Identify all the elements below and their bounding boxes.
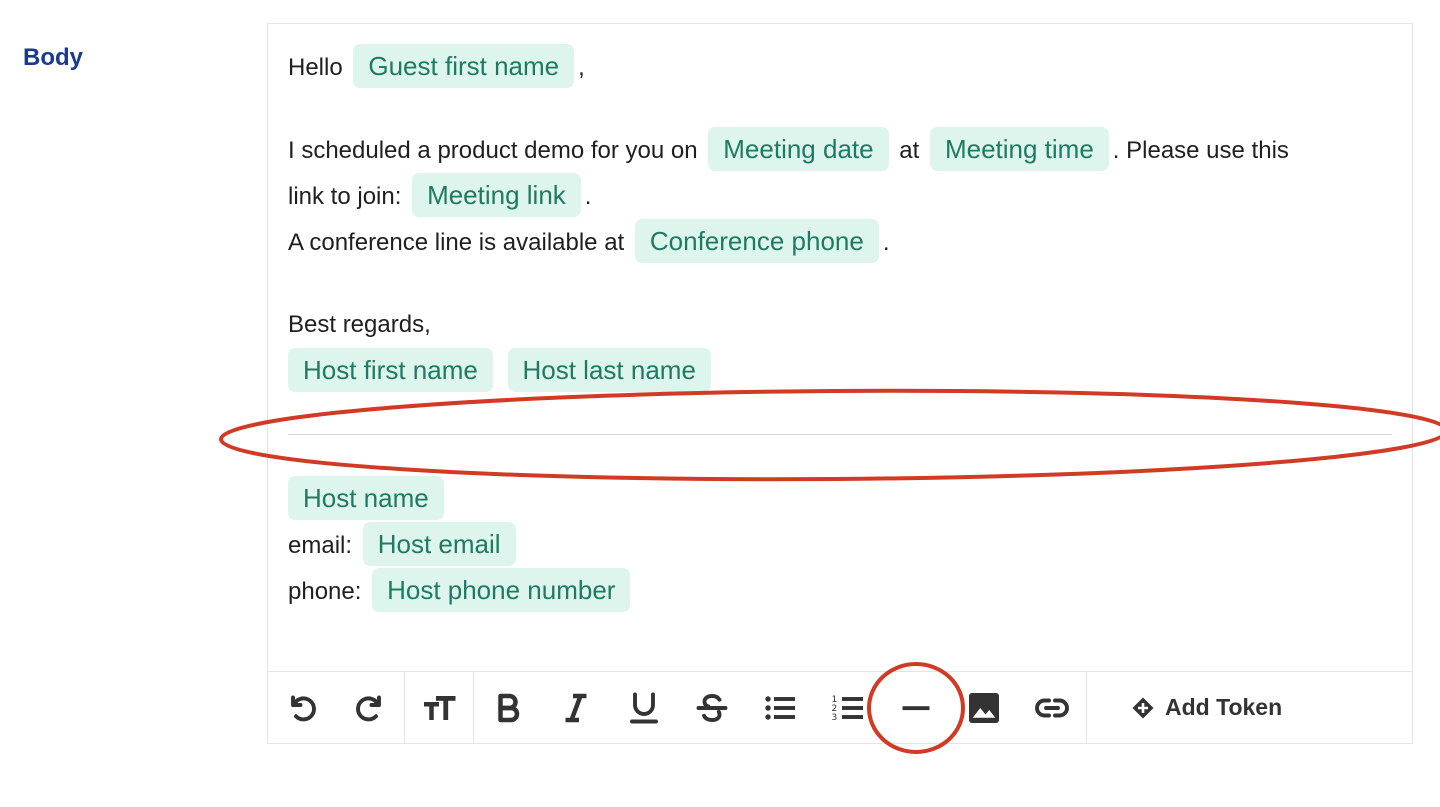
body-field-label: Body xyxy=(23,44,83,71)
editor-line: A conference line is available at Confer… xyxy=(288,219,1392,265)
image-button[interactable] xyxy=(950,672,1018,743)
editor-line: Host name xyxy=(288,476,1392,522)
rich-text-editor[interactable]: Hello Guest first name, I scheduled a pr… xyxy=(267,23,1413,744)
editor-line: email: Host email xyxy=(288,522,1392,568)
text-size-group xyxy=(405,672,474,743)
redo-icon xyxy=(356,695,381,721)
editor-content[interactable]: Hello Guest first name, I scheduled a pr… xyxy=(288,44,1392,614)
numbered-list-icon: 1 2 3 xyxy=(832,695,863,723)
token-meeting-link[interactable]: Meeting link xyxy=(412,173,581,217)
token-host-name[interactable]: Host name xyxy=(288,476,444,520)
editor-toolbar: 1 2 3 Add Token xyxy=(268,671,1412,743)
token-host-email[interactable]: Host email xyxy=(362,522,516,566)
text-span: Hello xyxy=(288,54,343,81)
underline-icon xyxy=(630,692,658,723)
horizontal-rule-icon xyxy=(902,705,930,710)
editor-line: Host first name Host last name xyxy=(288,348,1392,394)
bold-button[interactable] xyxy=(474,672,542,743)
text-span: . Please use this xyxy=(1112,137,1289,164)
undo-icon xyxy=(291,695,316,721)
link-icon xyxy=(1035,698,1069,717)
format-group: 1 2 3 xyxy=(474,672,1087,743)
image-icon xyxy=(969,692,999,723)
strikethrough-button[interactable] xyxy=(678,672,746,743)
token-guest-first-name[interactable]: Guest first name xyxy=(353,44,575,88)
italic-icon xyxy=(565,693,587,722)
token-meeting-date[interactable]: Meeting date xyxy=(708,127,889,171)
text-span: link to join: xyxy=(288,183,402,210)
text-size-icon xyxy=(424,695,456,720)
editor-line: I scheduled a product demo for you on Me… xyxy=(288,127,1392,173)
editor-line: Hello Guest first name, xyxy=(288,44,1392,90)
text-span: phone: xyxy=(288,578,362,605)
text-size-button[interactable] xyxy=(405,672,473,743)
numbered-list-button[interactable]: 1 2 3 xyxy=(814,672,882,743)
add-token-label: Add Token xyxy=(1165,694,1283,720)
editor-line: link to join: Meeting link. xyxy=(288,173,1392,219)
text-span: , xyxy=(578,54,585,81)
text-span: email: xyxy=(288,532,353,559)
history-group xyxy=(268,672,405,743)
token-meeting-time[interactable]: Meeting time xyxy=(929,127,1109,171)
text-span: . xyxy=(584,183,592,210)
add-token-icon xyxy=(1132,697,1154,718)
text-span: . xyxy=(882,229,890,256)
italic-button[interactable] xyxy=(542,672,610,743)
redo-button[interactable] xyxy=(336,672,404,743)
undo-button[interactable] xyxy=(268,672,336,743)
editor-line: phone: Host phone number xyxy=(288,568,1392,614)
editor-line: Best regards, xyxy=(288,302,1392,348)
horizontal-rule-button[interactable] xyxy=(882,672,950,743)
add-token-button[interactable]: Add Token xyxy=(1087,672,1326,743)
text-span: A conference line is available at xyxy=(288,229,625,256)
bold-icon xyxy=(498,693,520,722)
token-group: Add Token xyxy=(1087,672,1326,743)
svg-text:3: 3 xyxy=(832,713,838,723)
token-host-phone-number[interactable]: Host phone number xyxy=(372,568,631,612)
link-button[interactable] xyxy=(1018,672,1086,743)
strikethrough-icon xyxy=(696,693,728,722)
underline-button[interactable] xyxy=(610,672,678,743)
text-span: Best regards, xyxy=(288,311,431,338)
token-host-last-name[interactable]: Host last name xyxy=(507,348,711,392)
token-host-first-name[interactable]: Host first name xyxy=(288,348,493,392)
text-span: I scheduled a product demo for you on xyxy=(288,137,698,164)
token-conference-phone[interactable]: Conference phone xyxy=(634,219,879,263)
text-span: at xyxy=(899,137,920,164)
bulleted-list-button[interactable] xyxy=(746,672,814,743)
horizontal-rule xyxy=(288,434,1392,435)
bulleted-list-icon xyxy=(765,695,795,720)
